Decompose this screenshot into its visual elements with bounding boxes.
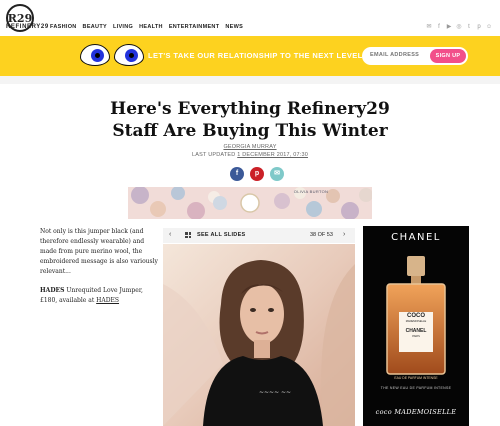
nav-item-health[interactable]: HEALTH <box>139 24 163 30</box>
ad-logo: OLIVIA BURTON <box>293 189 329 194</box>
banner-divider <box>0 76 500 84</box>
see-all-slides-button[interactable]: SEE ALL SLIDES <box>197 232 246 238</box>
social-links: ✉ f ▶ ◎ t p ☺ <box>426 24 492 30</box>
slide-photo[interactable]: ~~~~ ~~ <box>163 244 355 426</box>
chanel-ad-subtitle: THE NEW EAU DE PARFUM INTENSE <box>380 386 452 390</box>
youtube-icon[interactable]: ▶ <box>446 24 452 30</box>
chanel-ad-signature: coco MADEMOISELLE <box>375 408 457 416</box>
eye-right-icon <box>114 44 144 68</box>
facebook-icon[interactable]: f <box>436 24 442 30</box>
byline: GEORGIA MURRAY LAST UPDATED 1 DECEMBER 2… <box>150 143 350 159</box>
chevron-left-icon[interactable]: ‹ <box>169 231 171 238</box>
signup-button[interactable]: SIGN UP <box>430 49 466 63</box>
email-input[interactable] <box>370 52 430 58</box>
page-title: Here's Everything Refinery29 Staff Are B… <box>100 98 400 142</box>
bottle-line-1: COCO <box>407 313 425 319</box>
slide-counter: 38 OF 53 <box>310 232 333 238</box>
chanel-ad[interactable]: CHANEL COCO MADEMOISELLE CHANEL PARIS EA… <box>363 226 469 426</box>
author-link[interactable]: GEORGIA MURRAY <box>223 144 276 150</box>
pinterest-share-button[interactable]: p <box>250 167 264 181</box>
nav-item-fashion[interactable]: FASHION <box>50 24 77 30</box>
logo-mark-text: R29 <box>7 11 33 25</box>
updated-prefix: LAST UPDATED <box>192 152 236 158</box>
nav-item-entertainment[interactable]: ENTERTAINMENT <box>169 24 220 30</box>
svg-text:~~~~ ~~: ~~~~ ~~ <box>259 389 291 396</box>
nav-item-news[interactable]: NEWS <box>225 24 243 30</box>
share-buttons: f p ✉ <box>230 167 284 181</box>
newsletter-form: SIGN UP <box>362 47 468 65</box>
mail-icon[interactable]: ✉ <box>426 24 432 30</box>
body-paragraph-2: HADES Unrequited Love Jumper, £180, avai… <box>40 286 158 306</box>
banner-text: LET'S TAKE OUR RELATIONSHIP TO THE NEXT … <box>148 51 363 60</box>
bottle-label: COCO MADEMOISELLE CHANEL PARIS <box>399 313 433 339</box>
body-paragraph-1: Not only is this jumper black (and there… <box>40 228 158 275</box>
pinterest-icon[interactable]: p <box>476 24 482 30</box>
retailer-link[interactable]: HADES <box>96 297 119 304</box>
newsletter-banner: LET'S TAKE OUR RELATIONSHIP TO THE NEXT … <box>0 36 500 76</box>
twitter-icon[interactable]: t <box>466 24 472 30</box>
slideshow-bar: ‹ SEE ALL SLIDES 38 OF 53 › <box>163 228 355 243</box>
article-body: Not only is this jumper black (and there… <box>40 227 158 315</box>
grid-icon[interactable] <box>185 232 191 238</box>
facebook-share-button[interactable]: f <box>230 167 244 181</box>
updated-date: 1 DECEMBER 2017, 07:30 <box>237 152 308 158</box>
title-line-1: Here's Everything Refinery29 <box>110 99 390 119</box>
bottle-line-2: MADEMOISELLE <box>405 320 427 323</box>
snapchat-icon[interactable]: ☺ <box>486 24 492 30</box>
brand-name[interactable]: REFINERY29 <box>6 24 49 30</box>
bottle-brand: CHANEL <box>405 328 427 334</box>
ad-banner[interactable]: OLIVIA BURTON <box>128 187 372 219</box>
chevron-right-icon[interactable]: › <box>343 231 345 238</box>
email-share-button[interactable]: ✉ <box>270 167 284 181</box>
primary-nav: FASHION BEAUTY LIVING HEALTH ENTERTAINME… <box>50 24 243 30</box>
eye-left-icon <box>80 44 110 68</box>
body-brand: HADES <box>40 287 65 294</box>
chanel-ad-title: CHANEL <box>391 232 441 243</box>
instagram-icon[interactable]: ◎ <box>456 24 462 30</box>
nav-item-living[interactable]: LIVING <box>113 24 133 30</box>
top-nav: R29 REFINERY29 FASHION BEAUTY LIVING HEA… <box>0 0 500 36</box>
bottle-city: PARIS <box>412 335 420 338</box>
nav-item-beauty[interactable]: BEAUTY <box>83 24 107 30</box>
bottle-edp: EAU DE PARFUM INTENSE <box>394 376 438 380</box>
title-line-2: Staff Are Buying This Winter <box>112 121 388 141</box>
model-photo-illustration: ~~~~ ~~ <box>163 244 355 426</box>
